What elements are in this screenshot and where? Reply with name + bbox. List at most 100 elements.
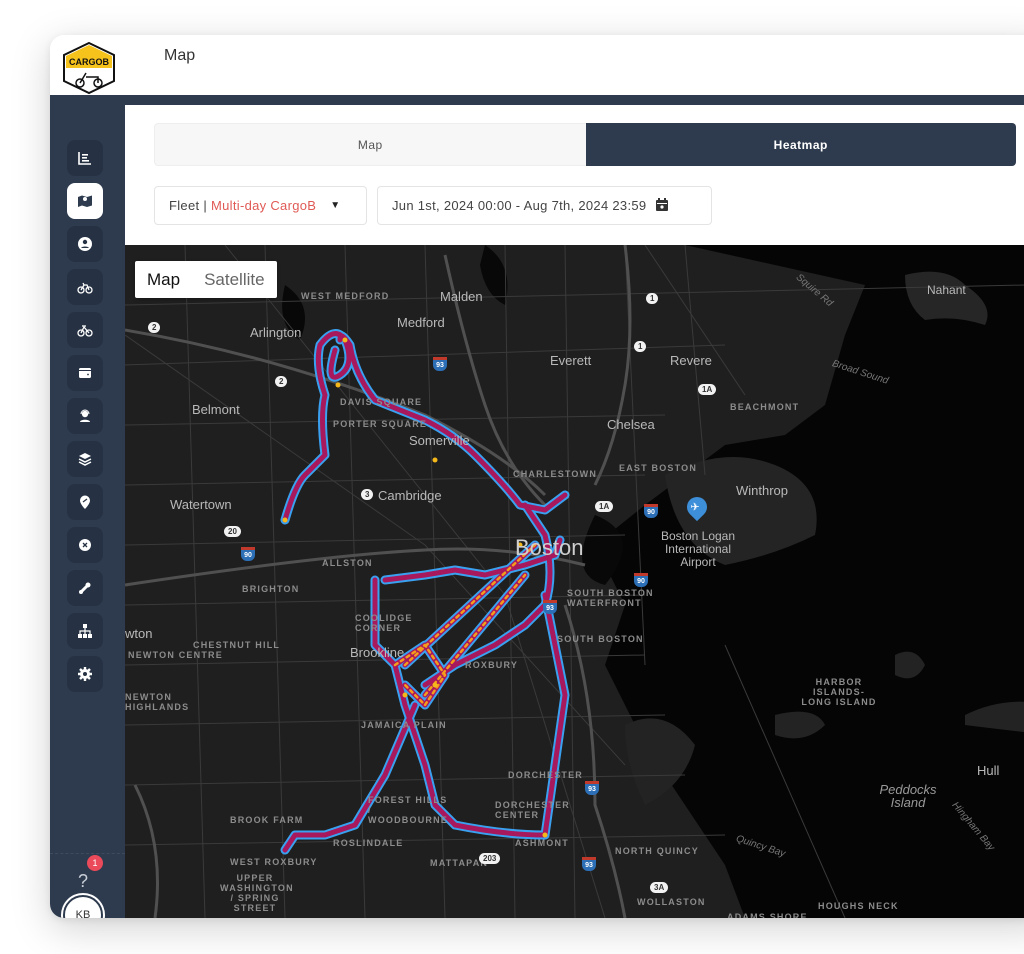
- cargob-logo[interactable]: CARGOB: [58, 41, 120, 95]
- map-label: WEST MEDFORD: [301, 291, 390, 301]
- sidebar-item-parts[interactable]: [67, 527, 103, 563]
- wallet-icon: [79, 368, 91, 378]
- map-label: NEWTON HIGHLANDS: [125, 692, 190, 712]
- help-button[interactable]: ?: [78, 871, 88, 892]
- map-label: Arlington: [250, 325, 302, 340]
- main-content: Map Heatmap Fleet | Multi-day CargoB ▼ J…: [125, 105, 1024, 918]
- map-label: Hull: [977, 763, 1000, 778]
- route-shield: 20: [224, 526, 241, 537]
- map-label: UPPER WASHINGTON / SPRING STREET: [220, 873, 294, 913]
- interstate-shield: 90: [644, 504, 658, 518]
- map-label: Malden: [440, 289, 483, 304]
- route-shield: 3A: [650, 882, 669, 893]
- map-label: JAMAICA PLAIN: [361, 720, 447, 730]
- sidebar-item-dashboard[interactable]: [67, 140, 103, 176]
- avatar[interactable]: KB: [63, 895, 103, 918]
- map-label: Brookline: [350, 645, 405, 660]
- map-label: DORCHESTER CENTER: [495, 800, 571, 820]
- map-label: ROSLINDALE: [333, 838, 404, 848]
- map-label: Boston Logan International Airport: [660, 529, 736, 569]
- sidebar-item-wallet[interactable]: [67, 355, 103, 391]
- header-divider: [50, 95, 1024, 105]
- map-label: Medford: [397, 315, 445, 330]
- notification-badge: 1: [87, 855, 103, 871]
- map-label: WOLLASTON: [637, 897, 706, 907]
- map-label: SOUTH BOSTON WATERFRONT: [567, 588, 654, 608]
- interstate-shield: 93: [543, 600, 557, 614]
- map-label: Watertown: [170, 497, 232, 512]
- map-label: ASHMONT: [515, 838, 569, 848]
- sidebar-divider: [50, 853, 125, 854]
- map-label: Revere: [670, 353, 712, 368]
- map-label: DORCHESTER: [508, 770, 584, 780]
- map-label: EAST BOSTON: [619, 463, 698, 473]
- location-pin-icon: [80, 495, 90, 509]
- sidebar-item-users[interactable]: [67, 226, 103, 262]
- map-type-map-button[interactable]: Map: [135, 270, 192, 290]
- tools-icon: [78, 582, 91, 595]
- date-range-picker[interactable]: Jun 1st, 2024 00:00 - Aug 7th, 2024 23:5…: [377, 186, 712, 225]
- headset-icon: [80, 409, 90, 422]
- map-label: ROXBURY: [465, 660, 519, 670]
- route-shield: 203: [479, 853, 501, 864]
- map-label: Peddocks Island: [879, 782, 937, 810]
- route-shield: 1A: [595, 501, 614, 512]
- map-label: BROOK FARM: [230, 815, 304, 825]
- interstate-shield: 93: [585, 781, 599, 795]
- map-type-control: Map Satellite: [135, 261, 277, 298]
- map-label: ALLSTON: [322, 558, 373, 568]
- map-label: SOUTH BOSTON: [557, 634, 644, 644]
- map-label: WEST ROXBURY: [230, 857, 318, 867]
- sidebar-item-organization[interactable]: [67, 613, 103, 649]
- map-label: ADAMS SHORE: [727, 912, 808, 918]
- sitemap-icon: [78, 624, 92, 638]
- user-circle-icon: [78, 237, 92, 251]
- map-label: NORTH QUINCY: [615, 846, 699, 856]
- sidebar-item-locations[interactable]: [67, 484, 103, 520]
- map-label: Winthrop: [736, 483, 789, 498]
- map-label: NEWTON CENTRE: [128, 650, 223, 660]
- caret-down-icon: ▼: [330, 200, 341, 211]
- map-type-satellite-button[interactable]: Satellite: [192, 270, 276, 290]
- heatmap-map[interactable]: Map Satellite WEST MEDFORD Malden Medfor…: [125, 245, 1024, 918]
- map-icon: [78, 195, 92, 207]
- bicycle-icon: [77, 282, 93, 294]
- map-label: HOUGHS NECK: [818, 901, 899, 911]
- tab-map[interactable]: Map: [154, 123, 586, 166]
- map-label: Nahant: [927, 283, 966, 297]
- sidebar-item-cargo-bikes[interactable]: [67, 312, 103, 348]
- sidebar-item-layers[interactable]: [67, 441, 103, 477]
- cargo-bike-icon: [77, 325, 93, 337]
- map-label: DAVIS SQUARE: [340, 397, 423, 407]
- interstate-shield: 90: [241, 547, 255, 561]
- sidebar-item-bikes[interactable]: [67, 269, 103, 305]
- map-label: wton: [125, 626, 153, 641]
- tab-heatmap[interactable]: Heatmap: [585, 123, 1016, 166]
- map-label: Cambridge: [378, 488, 442, 503]
- map-label: FOREST HILLS / WOODBOURNE: [368, 795, 448, 825]
- map-label: Belmont: [192, 402, 240, 417]
- sidebar: ? 1 KB: [50, 95, 125, 918]
- sidebar-item-map[interactable]: [67, 183, 103, 219]
- map-label: HARBOR ISLANDS-LONG ISLAND: [801, 677, 877, 707]
- map-label: Chelsea: [607, 417, 655, 432]
- map-label: COOLIDGE CORNER: [355, 613, 413, 633]
- route-shield: 1A: [698, 384, 717, 395]
- gear-badge-icon: [79, 539, 91, 551]
- sidebar-item-support[interactable]: [67, 398, 103, 434]
- page-title: Map: [164, 47, 196, 64]
- map-label: BEACHMONT: [730, 402, 800, 412]
- map-label: Everett: [550, 353, 592, 368]
- chart-list-icon: [78, 152, 91, 165]
- map-label: CHARLESTOWN: [513, 469, 598, 479]
- calendar-icon: [656, 197, 669, 214]
- settings-icon: [78, 667, 92, 681]
- map-label: Boston: [515, 535, 584, 560]
- interstate-shield: 90: [634, 573, 648, 587]
- fleet-select[interactable]: Fleet | Multi-day CargoB ▼: [154, 186, 367, 225]
- sidebar-item-settings[interactable]: [67, 656, 103, 692]
- sidebar-item-tools[interactable]: [67, 570, 103, 606]
- logo-text: CARGOB: [69, 57, 109, 67]
- map-label: BRIGHTON: [242, 584, 300, 594]
- date-range-value: Jun 1st, 2024 00:00 - Aug 7th, 2024 23:5…: [392, 198, 647, 213]
